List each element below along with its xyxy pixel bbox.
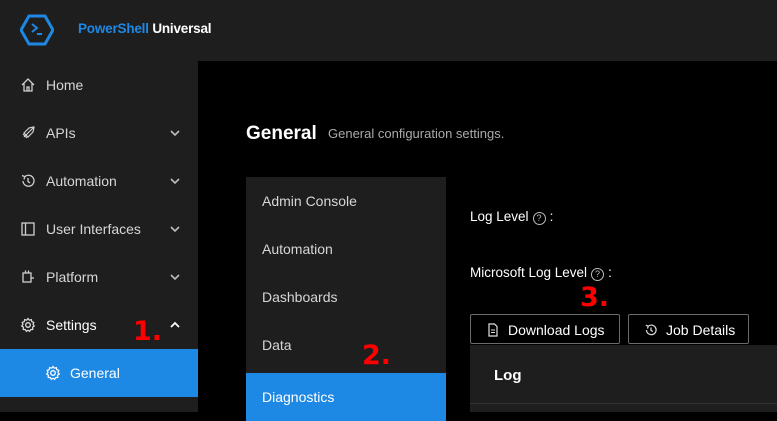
tab-label: Dashboards — [262, 289, 338, 305]
home-icon — [21, 78, 35, 92]
tab-dashboards[interactable]: Dashboards — [246, 273, 446, 321]
log-level-label: Log Level?: — [470, 209, 553, 225]
history-icon — [21, 174, 35, 187]
sidebar-item-label: Settings — [46, 317, 97, 333]
powershell-logo-icon[interactable] — [20, 14, 54, 46]
history-icon — [645, 324, 657, 336]
sidebar-item-general[interactable]: General — [0, 349, 198, 397]
tab-diagnostics[interactable]: Diagnostics — [246, 373, 446, 421]
download-logs-button[interactable]: Download Logs — [470, 314, 620, 344]
settings-tab-list: Admin Console Automation Dashboards Data… — [246, 177, 446, 421]
chevron-down-icon[interactable] — [168, 175, 182, 187]
sidebar-item-label: Automation — [46, 173, 117, 189]
tab-admin-console[interactable]: Admin Console — [246, 177, 446, 225]
tab-label: Diagnostics — [262, 389, 335, 405]
log-panel-header: Log — [494, 367, 522, 384]
page-subtitle: General configuration settings. — [328, 126, 505, 141]
log-level-text: Log Level — [470, 209, 529, 224]
job-details-label: Job Details — [666, 322, 736, 338]
tab-label: Data — [262, 337, 292, 353]
rocket-icon — [22, 126, 35, 139]
microsoft-log-level-label: Microsoft Log Level?: — [470, 265, 612, 281]
help-icon[interactable]: ? — [532, 212, 546, 225]
sidebar-item-label: General — [70, 365, 120, 381]
plug-icon — [22, 270, 34, 283]
window-icon — [21, 222, 35, 236]
brand-powershell: PowerShell — [78, 21, 149, 36]
sidebar-item-label: Home — [46, 77, 84, 93]
colon: : — [549, 209, 554, 224]
help-icon[interactable]: ? — [591, 268, 605, 281]
annotation-step-3: 3. — [580, 282, 610, 313]
sidebar: Home APIs Automation User Interfaces Pla… — [0, 61, 198, 412]
gear-icon — [20, 317, 36, 333]
sidebar-item-automation[interactable]: Automation — [0, 157, 198, 205]
sidebar-item-label: Platform — [46, 269, 99, 285]
sidebar-item-label: APIs — [46, 125, 76, 141]
download-logs-label: Download Logs — [508, 322, 605, 338]
annotation-step-1: 1. — [133, 316, 163, 347]
chevron-down-icon[interactable] — [168, 271, 182, 283]
chevron-down-icon[interactable] — [168, 127, 182, 139]
file-icon — [488, 323, 498, 337]
chevron-down-icon[interactable] — [168, 223, 182, 235]
sidebar-item-apis[interactable]: APIs — [0, 109, 198, 157]
tab-label: Admin Console — [262, 193, 357, 209]
tab-automation[interactable]: Automation — [246, 225, 446, 273]
sidebar-item-settings[interactable]: Settings — [0, 301, 198, 349]
sidebar-item-user-interfaces[interactable]: User Interfaces — [0, 205, 198, 253]
divider — [470, 403, 777, 404]
microsoft-log-level-text: Microsoft Log Level — [470, 265, 588, 280]
app-title: PowerShell Universal — [78, 21, 212, 36]
job-details-button[interactable]: Job Details — [628, 314, 749, 344]
brand-universal: Universal — [148, 21, 212, 36]
annotation-step-2: 2. — [362, 340, 392, 371]
page-title: General — [246, 123, 317, 144]
colon: : — [608, 265, 612, 280]
tab-data[interactable]: Data — [246, 321, 446, 369]
gear-icon — [45, 365, 61, 381]
log-panel: Log — [470, 345, 777, 412]
sidebar-item-home[interactable]: Home — [0, 61, 198, 109]
sidebar-item-label: User Interfaces — [46, 221, 141, 237]
sidebar-item-platform[interactable]: Platform — [0, 253, 198, 301]
tab-label: Automation — [262, 241, 333, 257]
chevron-up-icon[interactable] — [168, 319, 182, 331]
top-bar: PowerShell Universal — [0, 0, 777, 61]
